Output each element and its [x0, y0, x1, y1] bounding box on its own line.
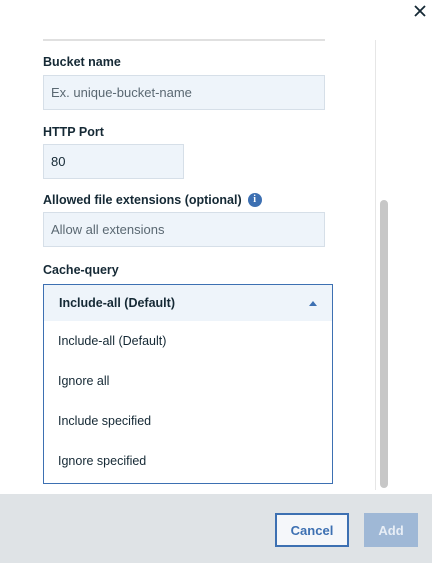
- dropdown-option-ignore-specified[interactable]: Ignore specified: [44, 441, 332, 481]
- bucket-name-label: Bucket name: [43, 55, 121, 69]
- chevron-up-icon: [309, 300, 317, 306]
- http-port-input[interactable]: 80: [43, 144, 184, 179]
- cache-query-selected[interactable]: Include-all (Default): [44, 285, 332, 321]
- scrollbar-thumb[interactable]: [380, 200, 388, 488]
- dropdown-option-ignore-all[interactable]: Ignore all: [44, 361, 332, 401]
- allowed-extensions-label: Allowed file extensions (optional) i: [43, 192, 262, 208]
- dropdown-option-include-all[interactable]: Include-all (Default): [44, 321, 332, 361]
- http-port-value: 80: [51, 154, 66, 169]
- section-divider: [43, 39, 325, 41]
- cache-query-selected-value: Include-all (Default): [59, 296, 175, 310]
- bucket-name-placeholder: Ex. unique-bucket-name: [51, 85, 192, 100]
- cache-query-label: Cache-query: [43, 263, 119, 277]
- cancel-button[interactable]: Cancel: [275, 513, 349, 547]
- cache-query-dropdown[interactable]: Include-all (Default) Include-all (Defau…: [43, 284, 333, 484]
- allowed-extensions-label-text: Allowed file extensions (optional): [43, 193, 242, 207]
- bucket-name-input[interactable]: Ex. unique-bucket-name: [43, 75, 325, 110]
- allowed-extensions-placeholder: Allow all extensions: [51, 222, 165, 237]
- info-icon[interactable]: i: [247, 192, 262, 207]
- dropdown-option-include-specified[interactable]: Include specified: [44, 401, 332, 441]
- add-button[interactable]: Add: [364, 513, 418, 547]
- allowed-extensions-input[interactable]: Allow all extensions: [43, 212, 325, 247]
- http-port-label: HTTP Port: [43, 125, 104, 139]
- close-icon[interactable]: [408, 0, 432, 22]
